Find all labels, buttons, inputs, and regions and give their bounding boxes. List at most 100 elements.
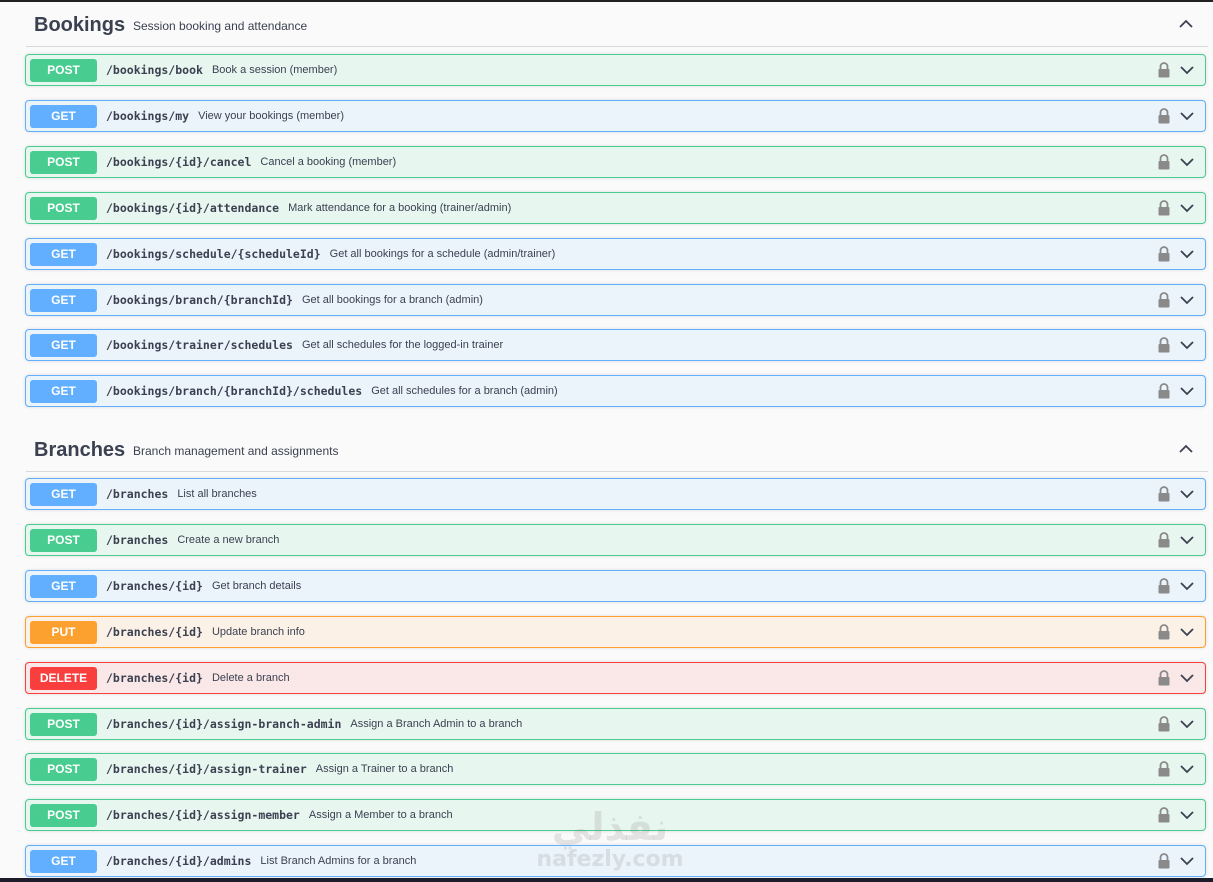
method-badge: GET [30, 105, 97, 128]
section-title: Branches [34, 439, 126, 461]
chevron-down-icon[interactable] [1179, 763, 1195, 775]
lock-icon[interactable] [1157, 669, 1171, 687]
chevron-down-icon[interactable] [1179, 672, 1195, 684]
chevron-down-icon[interactable] [1179, 202, 1195, 214]
operation-row[interactable]: PUT/branches/{id} Update branch info [25, 616, 1206, 648]
operation-row[interactable]: GET/bookings/my View your bookings (membe… [25, 100, 1206, 132]
chevron-down-icon[interactable] [1179, 294, 1195, 306]
chevron-down-icon[interactable] [1179, 580, 1195, 592]
method-badge: POST [30, 59, 97, 82]
chevron-down-icon[interactable] [1179, 718, 1195, 730]
section-header-branches[interactable]: Branches Branch management and assignmen… [26, 427, 1208, 472]
endpoint-path: /branches/{id}/admins [106, 854, 252, 868]
method-badge: POST [30, 151, 97, 174]
method-badge: GET [30, 289, 97, 312]
method-badge: POST [30, 197, 97, 220]
endpoint-summary: Book a session (member) [211, 64, 338, 76]
chevron-down-icon[interactable] [1179, 385, 1195, 397]
endpoint-path: /branches/{id} [106, 625, 203, 639]
chevron-down-icon[interactable] [1179, 110, 1195, 122]
operation-row[interactable]: GET/branches/{id} Get branch details [25, 570, 1206, 602]
lock-icon[interactable] [1157, 291, 1171, 309]
lock-icon[interactable] [1157, 107, 1171, 125]
method-badge: GET [30, 483, 97, 506]
endpoint-summary: Assign a Member to a branch [308, 809, 453, 821]
lock-icon[interactable] [1157, 715, 1171, 733]
method-badge: POST [30, 713, 97, 736]
chevron-down-icon[interactable] [1179, 534, 1195, 546]
section-title: Bookings [34, 14, 126, 36]
endpoint-summary: Create a new branch [177, 534, 280, 546]
lock-icon[interactable] [1157, 245, 1171, 263]
endpoint-summary: List all branches [177, 488, 257, 500]
lock-icon[interactable] [1157, 382, 1171, 400]
endpoint-path: /bookings/schedule/{scheduleId} [106, 247, 321, 261]
lock-icon[interactable] [1157, 760, 1171, 778]
endpoint-path: /bookings/my [106, 109, 190, 123]
lock-icon[interactable] [1157, 852, 1171, 870]
endpoint-path: /branches [106, 533, 169, 547]
operation-row[interactable]: POST/branches Create a new branch [25, 524, 1206, 556]
endpoint-path: /branches/{id}/assign-trainer [106, 762, 307, 776]
bottom-border [0, 878, 1213, 882]
lock-icon[interactable] [1157, 61, 1171, 79]
operation-row[interactable]: GET/bookings/branch/{branchId}/schedules… [25, 375, 1206, 407]
operation-row[interactable]: GET/bookings/schedule/{scheduleId} Get al… [25, 238, 1206, 270]
chevron-up-icon[interactable] [1178, 441, 1194, 457]
operation-row[interactable]: GET/branches List all branches [25, 478, 1206, 510]
lock-icon[interactable] [1157, 531, 1171, 549]
chevron-down-icon[interactable] [1179, 809, 1195, 821]
lock-icon[interactable] [1157, 336, 1171, 354]
method-badge: PUT [30, 621, 97, 644]
lock-icon[interactable] [1157, 485, 1171, 503]
endpoint-path: /branches [106, 487, 169, 501]
endpoint-summary: Assign a Trainer to a branch [315, 763, 454, 775]
method-badge: GET [30, 334, 97, 357]
chevron-down-icon[interactable] [1179, 339, 1195, 351]
endpoint-summary: Cancel a booking (member) [260, 156, 397, 168]
endpoint-summary: List Branch Admins for a branch [260, 855, 417, 867]
operation-row[interactable]: DELETE/branches/{id} Delete a branch [25, 662, 1206, 694]
operation-row[interactable]: POST/branches/{id}/assign-trainer Assign … [25, 753, 1206, 785]
endpoint-summary: Update branch info [211, 626, 305, 638]
operation-row[interactable]: POST/bookings/book Book a session (member… [25, 54, 1206, 86]
watermark-latin: nafezly.com [536, 847, 684, 872]
operation-row[interactable]: GET/bookings/branch/{branchId} Get all bo… [25, 284, 1206, 316]
lock-icon[interactable] [1157, 623, 1171, 641]
watermark-logo: نفذلي nafezly.com [530, 805, 690, 880]
chevron-down-icon[interactable] [1179, 64, 1195, 76]
operation-row[interactable]: POST/branches/{id}/assign-branch-admin As… [25, 708, 1206, 740]
method-badge: GET [30, 575, 97, 598]
chevron-down-icon[interactable] [1179, 248, 1195, 260]
endpoint-summary: View your bookings (member) [198, 110, 345, 122]
chevron-down-icon[interactable] [1179, 626, 1195, 638]
endpoint-path: /bookings/branch/{branchId}/schedules [106, 384, 363, 398]
method-badge: GET [30, 850, 97, 873]
section-description: Branch management and assignments [133, 444, 339, 458]
endpoint-path: /branches/{id}/assign-member [106, 808, 300, 822]
method-badge: GET [30, 380, 97, 403]
lock-icon[interactable] [1157, 199, 1171, 217]
method-badge: POST [30, 529, 97, 552]
chevron-down-icon[interactable] [1179, 156, 1195, 168]
lock-icon[interactable] [1157, 806, 1171, 824]
endpoint-path: /bookings/book [106, 63, 203, 77]
operation-row[interactable]: POST/bookings/{id}/attendance Mark attend… [25, 192, 1206, 224]
lock-icon[interactable] [1157, 153, 1171, 171]
operation-row[interactable]: GET/bookings/trainer/schedules Get all sc… [25, 329, 1206, 361]
chevron-down-icon[interactable] [1179, 855, 1195, 867]
chevron-down-icon[interactable] [1179, 488, 1195, 500]
endpoint-summary: Get all schedules for a branch (admin) [371, 385, 558, 397]
endpoint-path: /branches/{id} [106, 579, 203, 593]
endpoint-summary: Assign a Branch Admin to a branch [350, 718, 523, 730]
endpoint-summary: Delete a branch [211, 672, 290, 684]
operation-row[interactable]: POST/bookings/{id}/cancel Cancel a bookin… [25, 146, 1206, 178]
section-header-bookings[interactable]: Bookings Session booking and attendance [26, 2, 1208, 47]
method-badge: POST [30, 758, 97, 781]
chevron-up-icon[interactable] [1178, 16, 1194, 32]
endpoint-path: /bookings/{id}/attendance [106, 201, 280, 215]
watermark-arabic: نفذلي [551, 805, 669, 849]
endpoint-summary: Get all bookings for a schedule (admin/t… [329, 248, 556, 260]
lock-icon[interactable] [1157, 577, 1171, 595]
method-badge: POST [30, 804, 97, 827]
